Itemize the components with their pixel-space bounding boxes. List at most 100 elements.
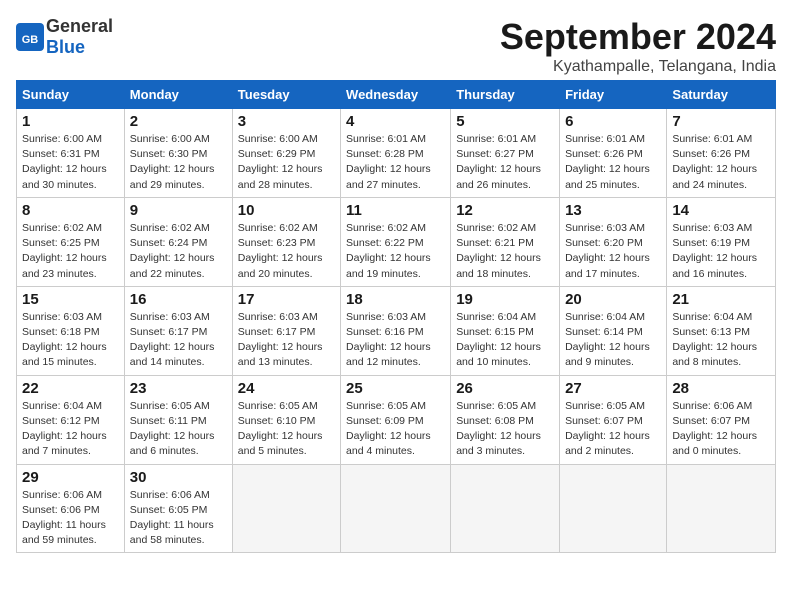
day-detail: Sunrise: 6:04 AMSunset: 6:14 PMDaylight:… — [565, 311, 650, 369]
page-header: GB General Blue September 2024 Kyathampa… — [16, 16, 776, 76]
logo-icon: GB — [16, 23, 44, 51]
day-detail: Sunrise: 6:03 AMSunset: 6:19 PMDaylight:… — [672, 222, 757, 280]
location-title: Kyathampalle, Telangana, India — [500, 58, 776, 76]
day-detail: Sunrise: 6:06 AMSunset: 6:05 PMDaylight:… — [130, 489, 214, 547]
day-number: 14 — [672, 202, 770, 219]
col-friday: Friday — [560, 81, 667, 109]
table-row: 9 Sunrise: 6:02 AMSunset: 6:24 PMDayligh… — [124, 197, 232, 286]
day-number: 3 — [238, 113, 335, 130]
day-number: 27 — [565, 380, 661, 397]
day-number: 16 — [130, 291, 227, 308]
day-number: 2 — [130, 113, 227, 130]
table-row: 18 Sunrise: 6:03 AMSunset: 6:16 PMDaylig… — [341, 286, 451, 375]
day-number: 20 — [565, 291, 661, 308]
table-row: 22 Sunrise: 6:04 AMSunset: 6:12 PMDaylig… — [17, 375, 125, 464]
table-row — [451, 464, 560, 553]
day-detail: Sunrise: 6:01 AMSunset: 6:26 PMDaylight:… — [565, 133, 650, 191]
table-row: 7 Sunrise: 6:01 AMSunset: 6:26 PMDayligh… — [667, 109, 776, 198]
col-saturday: Saturday — [667, 81, 776, 109]
table-row: 13 Sunrise: 6:03 AMSunset: 6:20 PMDaylig… — [560, 197, 667, 286]
table-row: 19 Sunrise: 6:04 AMSunset: 6:15 PMDaylig… — [451, 286, 560, 375]
day-number: 7 — [672, 113, 770, 130]
month-title: September 2024 — [500, 16, 776, 58]
calendar-body: 1 Sunrise: 6:00 AMSunset: 6:31 PMDayligh… — [17, 109, 776, 553]
day-detail: Sunrise: 6:00 AMSunset: 6:31 PMDaylight:… — [22, 133, 107, 191]
table-row: 8 Sunrise: 6:02 AMSunset: 6:25 PMDayligh… — [17, 197, 125, 286]
day-detail: Sunrise: 6:02 AMSunset: 6:23 PMDaylight:… — [238, 222, 323, 280]
table-row — [667, 464, 776, 553]
day-detail: Sunrise: 6:06 AMSunset: 6:07 PMDaylight:… — [672, 400, 757, 458]
calendar-week-row: 22 Sunrise: 6:04 AMSunset: 6:12 PMDaylig… — [17, 375, 776, 464]
table-row: 28 Sunrise: 6:06 AMSunset: 6:07 PMDaylig… — [667, 375, 776, 464]
day-detail: Sunrise: 6:05 AMSunset: 6:10 PMDaylight:… — [238, 400, 323, 458]
day-detail: Sunrise: 6:03 AMSunset: 6:20 PMDaylight:… — [565, 222, 650, 280]
day-detail: Sunrise: 6:01 AMSunset: 6:28 PMDaylight:… — [346, 133, 431, 191]
day-number: 1 — [22, 113, 119, 130]
svg-text:GB: GB — [22, 34, 39, 46]
day-detail: Sunrise: 6:04 AMSunset: 6:13 PMDaylight:… — [672, 311, 757, 369]
day-number: 10 — [238, 202, 335, 219]
table-row: 15 Sunrise: 6:03 AMSunset: 6:18 PMDaylig… — [17, 286, 125, 375]
logo-blue-text: Blue — [46, 37, 85, 57]
table-row: 5 Sunrise: 6:01 AMSunset: 6:27 PMDayligh… — [451, 109, 560, 198]
day-number: 19 — [456, 291, 554, 308]
table-row: 4 Sunrise: 6:01 AMSunset: 6:28 PMDayligh… — [341, 109, 451, 198]
calendar-week-row: 29 Sunrise: 6:06 AMSunset: 6:06 PMDaylig… — [17, 464, 776, 553]
day-detail: Sunrise: 6:02 AMSunset: 6:21 PMDaylight:… — [456, 222, 541, 280]
table-row: 23 Sunrise: 6:05 AMSunset: 6:11 PMDaylig… — [124, 375, 232, 464]
day-number: 21 — [672, 291, 770, 308]
day-detail: Sunrise: 6:05 AMSunset: 6:08 PMDaylight:… — [456, 400, 541, 458]
table-row: 10 Sunrise: 6:02 AMSunset: 6:23 PMDaylig… — [232, 197, 340, 286]
table-row — [341, 464, 451, 553]
day-number: 28 — [672, 380, 770, 397]
day-number: 23 — [130, 380, 227, 397]
logo-general-text: General — [46, 16, 113, 36]
col-monday: Monday — [124, 81, 232, 109]
table-row: 17 Sunrise: 6:03 AMSunset: 6:17 PMDaylig… — [232, 286, 340, 375]
calendar-header-row: Sunday Monday Tuesday Wednesday Thursday… — [17, 81, 776, 109]
calendar-table: Sunday Monday Tuesday Wednesday Thursday… — [16, 80, 776, 553]
table-row: 20 Sunrise: 6:04 AMSunset: 6:14 PMDaylig… — [560, 286, 667, 375]
day-detail: Sunrise: 6:05 AMSunset: 6:09 PMDaylight:… — [346, 400, 431, 458]
day-number: 17 — [238, 291, 335, 308]
col-wednesday: Wednesday — [341, 81, 451, 109]
day-number: 22 — [22, 380, 119, 397]
day-detail: Sunrise: 6:02 AMSunset: 6:22 PMDaylight:… — [346, 222, 431, 280]
day-number: 12 — [456, 202, 554, 219]
day-number: 24 — [238, 380, 335, 397]
day-number: 30 — [130, 469, 227, 486]
col-sunday: Sunday — [17, 81, 125, 109]
day-detail: Sunrise: 6:05 AMSunset: 6:11 PMDaylight:… — [130, 400, 215, 458]
table-row: 12 Sunrise: 6:02 AMSunset: 6:21 PMDaylig… — [451, 197, 560, 286]
table-row: 1 Sunrise: 6:00 AMSunset: 6:31 PMDayligh… — [17, 109, 125, 198]
day-number: 9 — [130, 202, 227, 219]
day-detail: Sunrise: 6:04 AMSunset: 6:15 PMDaylight:… — [456, 311, 541, 369]
day-number: 18 — [346, 291, 445, 308]
day-number: 4 — [346, 113, 445, 130]
day-detail: Sunrise: 6:03 AMSunset: 6:16 PMDaylight:… — [346, 311, 431, 369]
table-row: 25 Sunrise: 6:05 AMSunset: 6:09 PMDaylig… — [341, 375, 451, 464]
day-number: 29 — [22, 469, 119, 486]
day-number: 5 — [456, 113, 554, 130]
day-number: 6 — [565, 113, 661, 130]
calendar-week-row: 8 Sunrise: 6:02 AMSunset: 6:25 PMDayligh… — [17, 197, 776, 286]
day-detail: Sunrise: 6:01 AMSunset: 6:27 PMDaylight:… — [456, 133, 541, 191]
logo: GB General Blue — [16, 16, 113, 58]
day-number: 26 — [456, 380, 554, 397]
day-detail: Sunrise: 6:04 AMSunset: 6:12 PMDaylight:… — [22, 400, 107, 458]
table-row: 11 Sunrise: 6:02 AMSunset: 6:22 PMDaylig… — [341, 197, 451, 286]
table-row: 2 Sunrise: 6:00 AMSunset: 6:30 PMDayligh… — [124, 109, 232, 198]
table-row — [232, 464, 340, 553]
col-tuesday: Tuesday — [232, 81, 340, 109]
table-row: 29 Sunrise: 6:06 AMSunset: 6:06 PMDaylig… — [17, 464, 125, 553]
day-detail: Sunrise: 6:00 AMSunset: 6:30 PMDaylight:… — [130, 133, 215, 191]
col-thursday: Thursday — [451, 81, 560, 109]
day-detail: Sunrise: 6:05 AMSunset: 6:07 PMDaylight:… — [565, 400, 650, 458]
table-row — [560, 464, 667, 553]
calendar-week-row: 15 Sunrise: 6:03 AMSunset: 6:18 PMDaylig… — [17, 286, 776, 375]
day-number: 25 — [346, 380, 445, 397]
day-detail: Sunrise: 6:01 AMSunset: 6:26 PMDaylight:… — [672, 133, 757, 191]
day-number: 8 — [22, 202, 119, 219]
table-row: 3 Sunrise: 6:00 AMSunset: 6:29 PMDayligh… — [232, 109, 340, 198]
day-detail: Sunrise: 6:00 AMSunset: 6:29 PMDaylight:… — [238, 133, 323, 191]
